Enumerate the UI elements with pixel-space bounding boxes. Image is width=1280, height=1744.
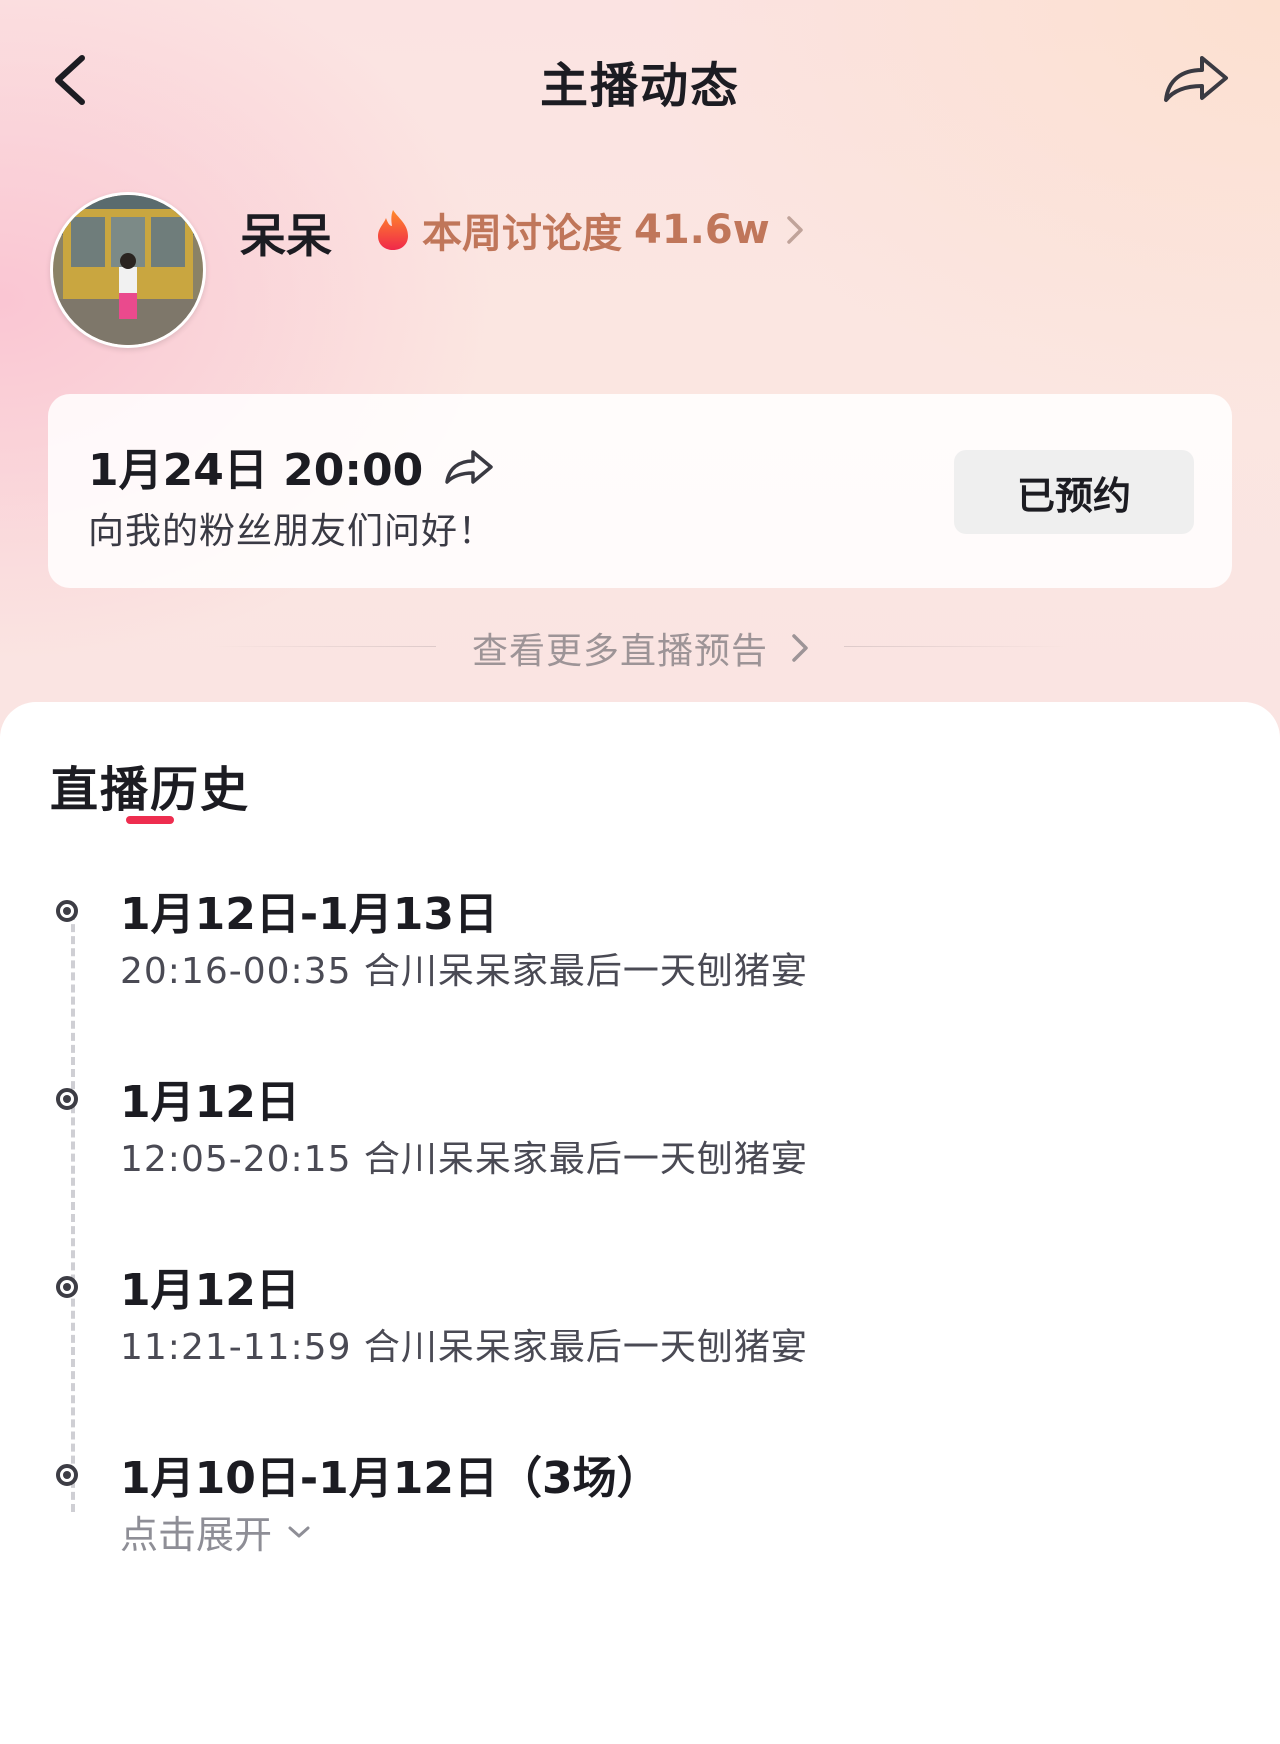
reserved-button[interactable]: 已预约 (954, 450, 1194, 534)
preview-time: 1月24日 20:00 (88, 445, 424, 496)
hot-value: 41.6w (634, 207, 770, 253)
chevron-down-icon (288, 1526, 310, 1537)
entry-description: 12:05-20:15 合川呆呆家最后一天刨猪宴 (120, 1139, 808, 1180)
live-preview-card: 1月24日 20:00 向我的粉丝朋友们问好！ 已预约 (48, 394, 1232, 588)
streamer-name: 呆呆 (240, 209, 332, 263)
live-history-panel: 直播历史 1月12日-1月13日 20:16-00:35 合川呆呆家最后一天刨猪… (0, 702, 1280, 1744)
more-previews-row: 查看更多直播预告 (0, 618, 1280, 674)
expand-label: 点击展开 (120, 1513, 273, 1557)
page-title: 主播动态 (539, 58, 740, 114)
section-title: 直播历史 (50, 762, 251, 818)
chevron-right-icon (786, 216, 803, 244)
more-previews-label: 查看更多直播预告 (472, 631, 769, 672)
timeline-dot-icon (56, 1088, 78, 1110)
more-previews-link[interactable]: 查看更多直播预告 (472, 622, 816, 674)
hot-label: 本周讨论度 (422, 211, 622, 257)
preview-message: 向我的粉丝朋友们问好！ (88, 511, 496, 552)
avatar-photo (53, 195, 203, 345)
timeline-line (71, 912, 75, 1512)
entry-date: 1月12日 (120, 1077, 300, 1128)
share-icon[interactable] (443, 444, 495, 488)
flame-icon (378, 210, 408, 250)
weekly-discussion-link[interactable]: 本周讨论度 41.6w (374, 202, 804, 258)
share-button[interactable] (1160, 46, 1232, 108)
chevron-right-icon (792, 634, 808, 662)
entry-date: 1月12日-1月13日 (120, 889, 498, 940)
avatar[interactable] (50, 192, 206, 348)
timeline-dot-icon (56, 900, 78, 922)
divider-line (844, 646, 1070, 647)
entry-date: 1月10日-1月12日（3场） (120, 1453, 661, 1504)
divider-line (210, 646, 436, 647)
timeline-dot-icon (56, 1276, 78, 1298)
timeline-dot-icon (56, 1464, 78, 1486)
entry-date: 1月12日 (120, 1265, 300, 1316)
entry-description: 11:21-11:59 合川呆呆家最后一天刨猪宴 (120, 1327, 808, 1368)
section-title-underline (126, 816, 174, 824)
share-icon (1164, 56, 1228, 102)
top-bar: 主播动态 (0, 0, 1280, 160)
expand-button[interactable]: 点击展开 (120, 1504, 314, 1559)
preview-time-row: 1月24日 20:00 (88, 434, 495, 498)
entry-description: 20:16-00:35 合川呆呆家最后一天刨猪宴 (120, 951, 808, 992)
